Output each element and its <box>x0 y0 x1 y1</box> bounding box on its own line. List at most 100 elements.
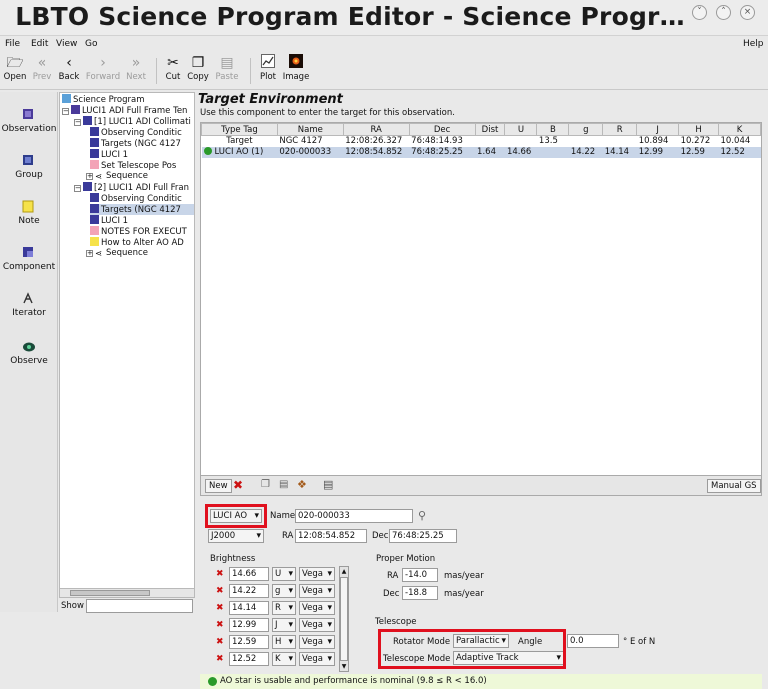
remove-icon[interactable]: ✖ <box>216 603 224 613</box>
menu-edit[interactable]: Edit <box>31 39 48 49</box>
magnitude-input[interactable]: 12.99 <box>229 618 269 632</box>
remove-icon[interactable]: ✖ <box>216 586 224 596</box>
tree-item[interactable]: Observing Conditic <box>90 193 182 204</box>
band-dropdown[interactable]: J <box>272 618 296 632</box>
ra-input[interactable]: 12:08:54.852 <box>295 529 367 543</box>
column-header[interactable]: R <box>602 123 638 136</box>
tree-item[interactable]: Observing Conditic <box>90 127 182 138</box>
table-row-selected[interactable]: LUCI AO (1) 020-000033 12:08:54.852 76:4… <box>201 146 761 158</box>
collapse-icon[interactable]: − <box>62 108 69 115</box>
magnitude-input[interactable]: 14.66 <box>229 567 269 581</box>
image-button[interactable]: Image <box>282 54 310 88</box>
collapse-icon[interactable]: − <box>74 119 81 126</box>
remove-icon[interactable]: ✖ <box>216 637 224 647</box>
system-dropdown[interactable]: Vega <box>299 567 335 581</box>
scrollbar-thumb[interactable] <box>340 577 348 661</box>
program-tree[interactable]: Science Program − LUCI1 ADI Full Frame Te… <box>59 92 195 598</box>
magnitude-input[interactable]: 12.52 <box>229 652 269 666</box>
forward-button[interactable]: › Forward <box>84 54 122 88</box>
band-dropdown[interactable]: H <box>272 635 296 649</box>
plot-button[interactable]: Plot <box>256 54 280 88</box>
tree-item[interactable]: Set Telescope Pos <box>90 160 176 171</box>
menu-file[interactable]: File <box>5 39 20 49</box>
close-button[interactable]: × <box>740 5 755 20</box>
tree-item[interactable]: NOTES FOR EXECUT <box>90 226 187 237</box>
palette-group[interactable]: Group <box>0 154 58 180</box>
tree-item[interactable]: LUCI 1 <box>90 149 128 160</box>
column-header[interactable]: Name <box>276 123 344 136</box>
show-input[interactable] <box>86 599 193 613</box>
search-icon[interactable]: ⚲ <box>418 509 426 522</box>
tree-item-selected[interactable]: Targets (NGC 4127 <box>90 204 194 215</box>
menu-view[interactable]: View <box>56 39 77 49</box>
magnitude-input[interactable]: 12.59 <box>229 635 269 649</box>
expand-icon[interactable]: + <box>86 250 93 257</box>
magnitude-input[interactable]: 14.14 <box>229 601 269 615</box>
column-header[interactable]: J <box>636 123 680 136</box>
next-button[interactable]: » Next <box>124 54 148 88</box>
palette-iterator[interactable]: Iterator <box>0 292 58 318</box>
tree-horizontal-scrollbar[interactable] <box>59 588 195 598</box>
column-header[interactable]: Dec <box>408 123 476 136</box>
column-header[interactable]: g <box>568 123 604 136</box>
band-dropdown[interactable]: U <box>272 567 296 581</box>
copy-button[interactable]: ❐ Copy <box>186 54 210 88</box>
list-icon[interactable]: ▤ <box>323 478 333 491</box>
tree-item[interactable]: − [2] LUCI1 ADI Full Fran <box>74 182 189 193</box>
scrollbar-thumb[interactable] <box>70 590 150 596</box>
brightness-scrollbar[interactable]: ▲ ▼ <box>339 566 349 672</box>
column-header[interactable]: Dist <box>474 123 506 136</box>
palette-observation[interactable]: Observation <box>0 108 58 134</box>
system-dropdown[interactable]: Vega <box>299 618 335 632</box>
cut-button[interactable]: ✂ Cut <box>162 54 184 88</box>
table-row[interactable]: Target NGC 4127 12:08:26.327 76:48:14.93… <box>202 136 761 147</box>
palette-note[interactable]: Note <box>0 200 58 226</box>
column-header[interactable]: Type Tag <box>201 123 278 136</box>
duplicate-icon[interactable]: ❖ <box>297 478 307 491</box>
tree-item[interactable]: Science Program <box>62 94 145 105</box>
column-header[interactable]: B <box>536 123 570 136</box>
paste-button[interactable]: ▤ Paste <box>212 54 242 88</box>
magnitude-input[interactable]: 14.22 <box>229 584 269 598</box>
tree-item[interactable]: Targets (NGC 4127 <box>90 138 181 149</box>
new-button[interactable]: New <box>205 479 232 493</box>
copy-icon[interactable]: ❐ <box>261 479 270 490</box>
system-dropdown[interactable]: Vega <box>299 601 335 615</box>
manual-gs-button[interactable]: Manual GS <box>707 479 761 493</box>
palette-observe[interactable]: Observe <box>0 340 58 366</box>
tree-item[interactable]: LUCI 1 <box>90 215 128 226</box>
minimize-button[interactable]: ˅ <box>692 5 707 20</box>
dec-input[interactable]: 76:48:25.25 <box>389 529 457 543</box>
menu-go[interactable]: Go <box>85 39 97 49</box>
menu-help[interactable]: Help <box>743 39 764 49</box>
back-button[interactable]: ‹ Back <box>56 54 82 88</box>
system-dropdown[interactable]: Vega <box>299 652 335 666</box>
remove-icon[interactable]: ✖ <box>216 620 224 630</box>
name-input[interactable]: 020-000033 <box>295 509 413 523</box>
column-header[interactable]: H <box>678 123 720 136</box>
scroll-up-icon[interactable]: ▲ <box>340 567 348 576</box>
column-header[interactable]: U <box>504 123 538 136</box>
collapse-icon[interactable]: − <box>74 185 81 192</box>
remove-icon[interactable]: ✖ <box>233 478 243 492</box>
target-table[interactable]: Type Tag Name RA Dec Dist U B g R J H K … <box>200 122 762 476</box>
open-button[interactable]: 🗁 Open <box>2 54 28 88</box>
system-dropdown[interactable]: Vega <box>299 584 335 598</box>
band-dropdown[interactable]: K <box>272 652 296 666</box>
system-dropdown[interactable]: Vega <box>299 635 335 649</box>
tree-item[interactable]: − [1] LUCI1 ADI Collimati <box>74 116 191 127</box>
coord-system-dropdown[interactable]: J2000 <box>208 529 264 543</box>
tree-item[interactable]: How to Alter AO AD <box>90 237 184 248</box>
remove-icon[interactable]: ✖ <box>216 569 224 579</box>
pm-dec-input[interactable]: -18.8 <box>402 586 438 600</box>
tree-item[interactable]: + ⋖ Sequence <box>86 248 148 259</box>
remove-icon[interactable]: ✖ <box>216 654 224 664</box>
column-header[interactable]: RA <box>342 123 410 136</box>
paste-icon[interactable]: ▤ <box>279 479 288 490</box>
tree-item[interactable]: + ⋖ Sequence <box>86 171 148 182</box>
prev-button[interactable]: « Prev <box>30 54 54 88</box>
pm-ra-input[interactable]: -14.0 <box>402 568 438 582</box>
maximize-button[interactable]: ˄ <box>716 5 731 20</box>
band-dropdown[interactable]: g <box>272 584 296 598</box>
expand-icon[interactable]: + <box>86 173 93 180</box>
